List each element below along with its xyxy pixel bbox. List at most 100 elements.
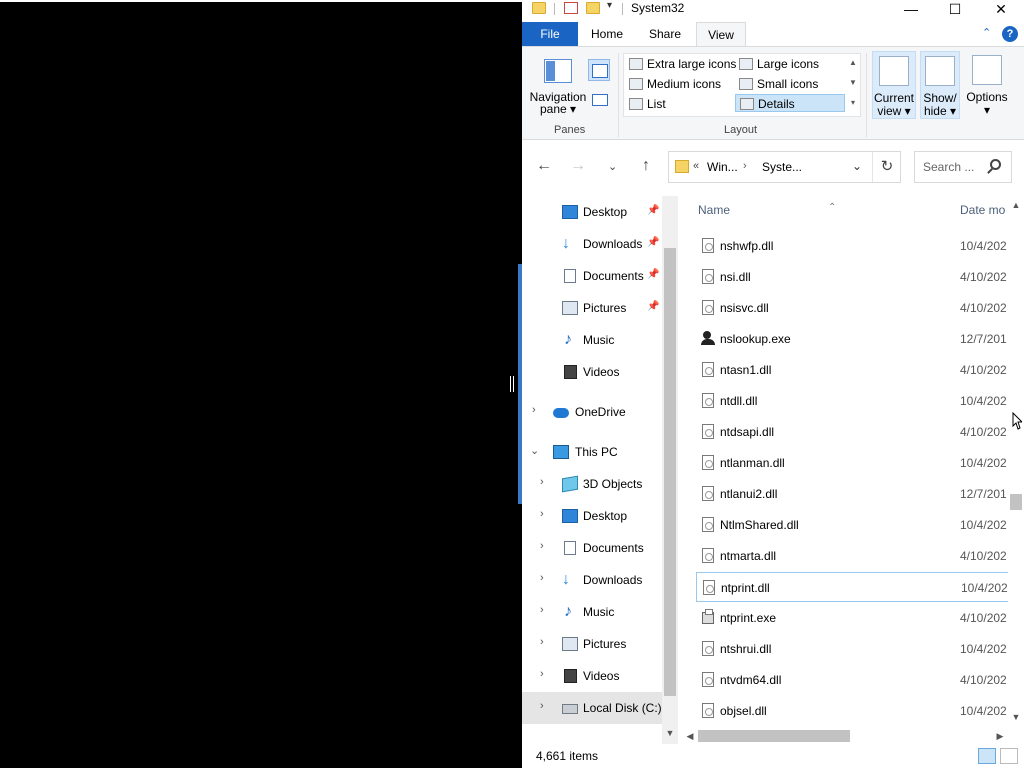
nav-item-3d-objects[interactable]: › 3D Objects bbox=[522, 468, 662, 500]
file-row[interactable]: ntmarta.dll 4/10/202 bbox=[696, 541, 1008, 571]
expand-chevron-icon[interactable]: › bbox=[540, 572, 544, 584]
layout-small-icons[interactable]: Small icons bbox=[735, 75, 845, 93]
search-input[interactable]: Search ... bbox=[923, 160, 974, 174]
scroll-down-icon[interactable]: ▼ bbox=[1008, 712, 1024, 722]
nav-item-desktop[interactable]: › Desktop bbox=[522, 500, 662, 532]
expand-chevron-icon[interactable]: › bbox=[540, 668, 544, 680]
file-row[interactable]: nslookup.exe 12/7/201 bbox=[696, 324, 1008, 354]
close-button[interactable]: ✕ bbox=[978, 0, 1024, 18]
expand-chevron-icon[interactable]: › bbox=[540, 540, 544, 552]
scroll-down-icon[interactable]: ▼ bbox=[846, 73, 860, 93]
pin-icon[interactable]: 📌 bbox=[647, 237, 659, 248]
address-bar[interactable]: « Win... › Syste... ⌄ ↻ bbox=[668, 151, 901, 183]
breadcrumb-separator[interactable]: › bbox=[743, 160, 747, 172]
navigation-pane-button[interactable]: Navigation pane ▾ bbox=[528, 91, 588, 115]
scroll-down-icon[interactable]: ▼ bbox=[662, 728, 678, 738]
file-row[interactable]: objsel.dll 10/4/202 bbox=[696, 696, 1008, 726]
nav-item-music[interactable]: › ♪ Music bbox=[522, 596, 662, 628]
options-button[interactable]: Options ▾ bbox=[964, 51, 1010, 119]
nav-item-desktop[interactable]: Desktop 📌 bbox=[522, 196, 662, 228]
details-pane-icon[interactable] bbox=[592, 94, 608, 106]
pin-icon[interactable]: 📌 bbox=[647, 301, 659, 312]
navigation-pane-scrollbar[interactable]: ▼ bbox=[662, 196, 678, 744]
expand-gallery-icon[interactable]: ▾ bbox=[846, 93, 860, 113]
layout-list[interactable]: List bbox=[625, 95, 735, 113]
nav-item-music[interactable]: ♪ Music bbox=[522, 324, 662, 356]
show-hide-button[interactable]: Show/ hide ▾ bbox=[920, 51, 960, 119]
search-icon[interactable] bbox=[990, 159, 1001, 170]
expand-chevron-icon[interactable]: › bbox=[540, 604, 544, 616]
file-row[interactable]: ntasn1.dll 4/10/202 bbox=[696, 355, 1008, 385]
nav-item-pictures[interactable]: Pictures 📌 bbox=[522, 292, 662, 324]
address-dropdown-icon[interactable]: ⌄ bbox=[852, 159, 862, 173]
recent-locations-icon[interactable]: ⌄ bbox=[608, 160, 617, 173]
expand-chevron-icon[interactable]: › bbox=[540, 700, 544, 712]
file-row[interactable]: nshwfp.dll 10/4/202 bbox=[696, 231, 1008, 261]
expand-chevron-icon[interactable]: › bbox=[540, 636, 544, 648]
layout-extra-large-icons[interactable]: Extra large icons bbox=[625, 55, 736, 73]
scroll-left-icon[interactable]: ◀ bbox=[682, 728, 698, 744]
file-row[interactable]: ntdll.dll 10/4/202 bbox=[696, 386, 1008, 416]
tab-share[interactable]: Share bbox=[642, 22, 688, 46]
file-list-horizontal-scrollbar[interactable]: ◀ ▶ bbox=[682, 728, 1008, 744]
properties-icon[interactable] bbox=[564, 2, 578, 14]
nav-item-documents[interactable]: Documents 📌 bbox=[522, 260, 662, 292]
breadcrumb-system32[interactable]: Syste... bbox=[762, 160, 802, 174]
up-arrow-icon[interactable]: ↑ bbox=[642, 157, 650, 175]
new-folder-icon[interactable] bbox=[586, 2, 600, 14]
nav-item-downloads[interactable]: › ↓ Downloads bbox=[522, 564, 662, 596]
layout-large-icons[interactable]: Large icons bbox=[735, 55, 845, 73]
scroll-up-icon[interactable]: ▲ bbox=[1008, 200, 1024, 210]
nav-item-videos[interactable]: › Videos bbox=[522, 660, 662, 692]
quick-access-dropdown-icon[interactable]: ▾ bbox=[607, 0, 612, 11]
nav-item-pictures[interactable]: › Pictures bbox=[522, 628, 662, 660]
tab-home[interactable]: Home bbox=[584, 22, 630, 46]
details-view-icon[interactable] bbox=[978, 748, 996, 764]
column-header-date-modified[interactable]: Date mo bbox=[960, 196, 1008, 224]
pin-icon[interactable]: 📌 bbox=[647, 269, 659, 280]
tab-file[interactable]: File bbox=[522, 22, 578, 46]
file-row[interactable]: nsisvc.dll 4/10/202 bbox=[696, 293, 1008, 323]
snap-resize-handle[interactable] bbox=[510, 376, 514, 392]
forward-arrow-icon[interactable]: → bbox=[570, 157, 586, 175]
file-row[interactable]: nsi.dll 4/10/202 bbox=[696, 262, 1008, 292]
expand-chevron-icon[interactable]: › bbox=[532, 404, 536, 416]
tab-view[interactable]: View bbox=[696, 22, 746, 46]
file-row[interactable]: NtlmShared.dll 10/4/202 bbox=[696, 510, 1008, 540]
pin-icon[interactable]: 📌 bbox=[647, 205, 659, 216]
file-row[interactable]: ntprint.exe 4/10/202 bbox=[696, 603, 1008, 633]
current-view-button[interactable]: Current view ▾ bbox=[872, 51, 916, 119]
nav-item-documents[interactable]: › Documents bbox=[522, 532, 662, 564]
file-row[interactable]: ntshrui.dll 10/4/202 bbox=[696, 634, 1008, 664]
maximize-button[interactable]: ☐ bbox=[932, 0, 978, 18]
refresh-icon[interactable]: ↻ bbox=[872, 152, 901, 182]
layout-gallery-scroll[interactable]: ▲ ▼ ▾ bbox=[846, 53, 860, 117]
file-row[interactable]: ntlanui2.dll 12/7/201 bbox=[696, 479, 1008, 509]
layout-medium-icons[interactable]: Medium icons bbox=[625, 75, 735, 93]
expand-chevron-icon[interactable]: › bbox=[540, 476, 544, 488]
search-box[interactable]: Search ... bbox=[914, 151, 1012, 183]
file-row[interactable]: ntdsapi.dll 4/10/202 bbox=[696, 417, 1008, 447]
file-row[interactable]: ntprint.dll 10/4/202 bbox=[696, 572, 1008, 602]
scroll-right-icon[interactable]: ▶ bbox=[992, 728, 1008, 744]
nav-item-this-pc[interactable]: ⌄ This PC bbox=[522, 436, 662, 468]
back-arrow-icon[interactable]: ← bbox=[536, 157, 552, 175]
scroll-up-icon[interactable]: ▲ bbox=[846, 53, 860, 73]
column-header-name[interactable]: Name ⌃ bbox=[698, 196, 948, 224]
file-row[interactable]: ntvdm64.dll 4/10/202 bbox=[696, 665, 1008, 695]
nav-item-videos[interactable]: Videos bbox=[522, 356, 662, 388]
help-icon[interactable]: ? bbox=[1002, 26, 1018, 42]
file-list-vertical-scrollbar[interactable]: ▲ ▼ bbox=[1008, 196, 1024, 728]
address-overflow[interactable]: « bbox=[693, 160, 699, 172]
collapse-ribbon-icon[interactable]: ⌃ bbox=[982, 26, 996, 40]
collapse-chevron-icon[interactable]: ⌄ bbox=[530, 444, 539, 457]
scrollbar-thumb[interactable] bbox=[1010, 494, 1022, 510]
file-row[interactable]: ntlanman.dll 10/4/202 bbox=[696, 448, 1008, 478]
expand-chevron-icon[interactable]: › bbox=[540, 508, 544, 520]
nav-item-downloads[interactable]: ↓ Downloads 📌 bbox=[522, 228, 662, 260]
minimize-button[interactable]: — bbox=[888, 0, 934, 18]
nav-item-onedrive[interactable]: › OneDrive bbox=[522, 396, 662, 428]
nav-item-local-disk[interactable]: › Local Disk (C:) bbox=[522, 692, 662, 724]
navigation-pane-icon[interactable] bbox=[544, 59, 572, 83]
scrollbar-thumb[interactable] bbox=[664, 248, 676, 696]
